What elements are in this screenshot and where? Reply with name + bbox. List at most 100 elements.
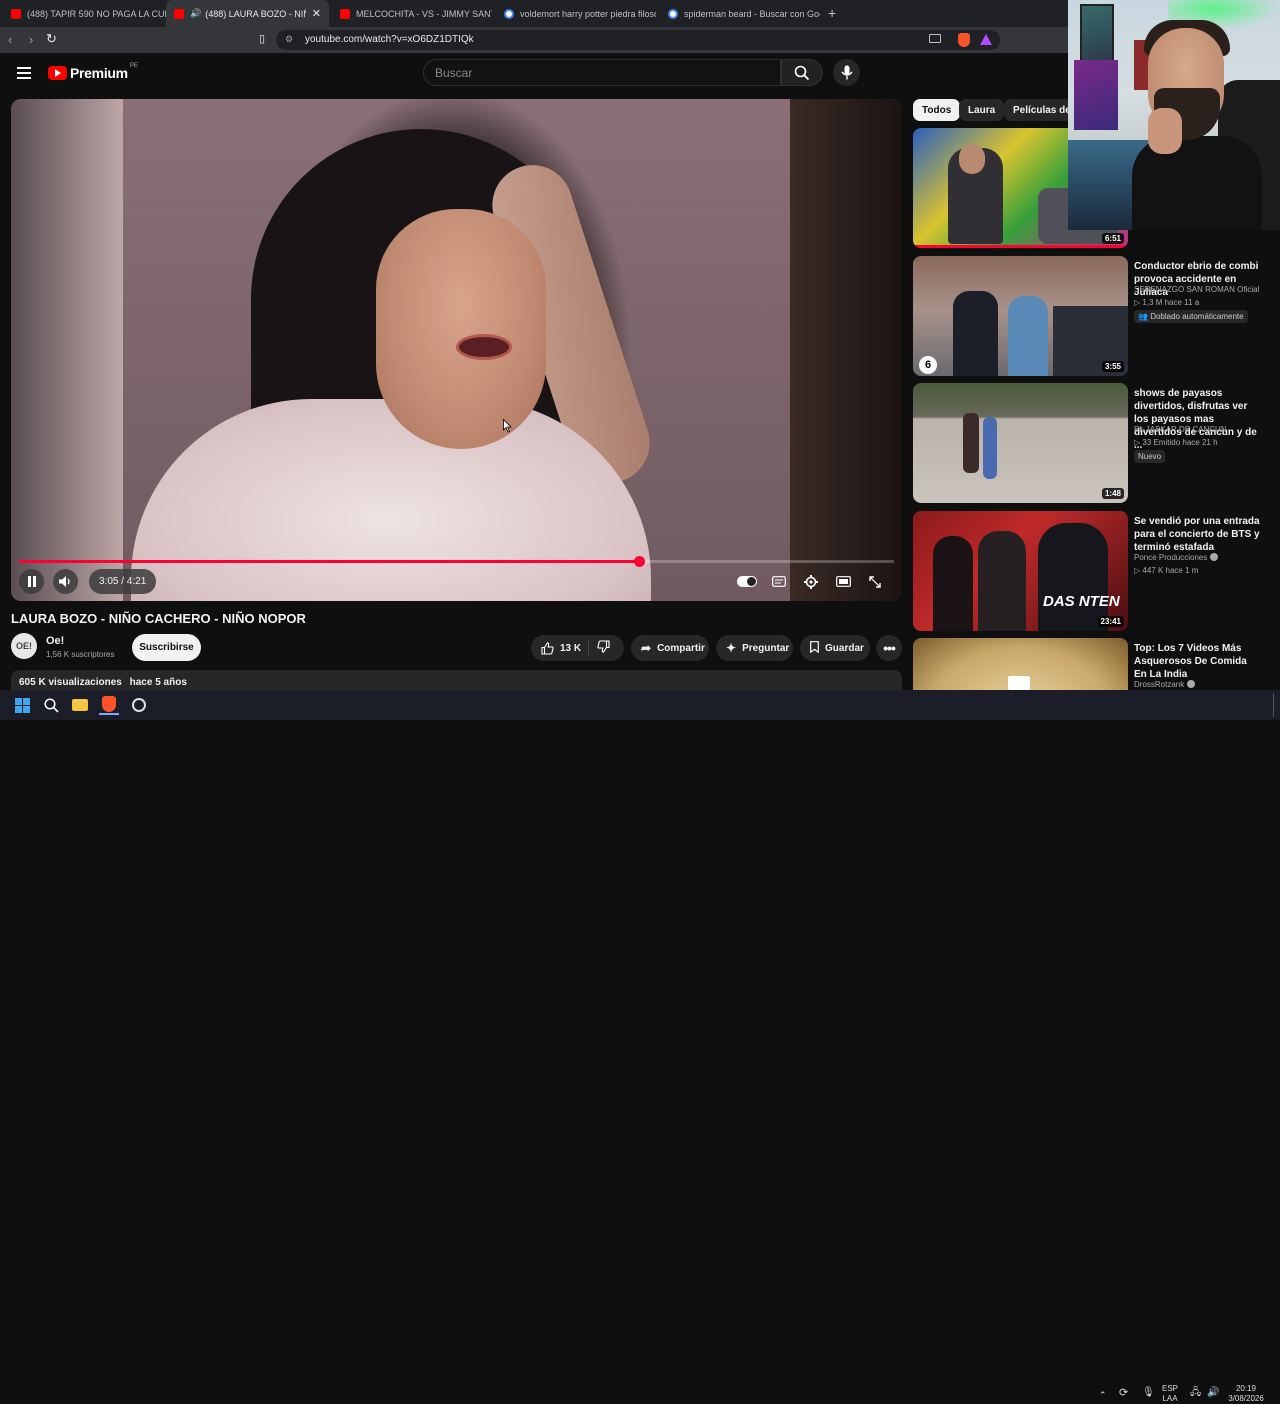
- country-code: PE: [129, 63, 138, 69]
- new-tab-button[interactable]: +: [828, 5, 836, 21]
- windows-logo-icon: [14, 697, 30, 713]
- address-bar[interactable]: ⚙ youtube.com/watch?v=xO6DZ1DTIQk: [276, 30, 1000, 50]
- youtube-play-icon: [48, 66, 67, 80]
- microphone-icon: [840, 65, 853, 80]
- hamburger-menu-icon[interactable]: [17, 67, 31, 79]
- subscribe-button[interactable]: Suscribirse: [132, 634, 201, 661]
- cast-icon[interactable]: [929, 34, 941, 43]
- chip-all[interactable]: Todos: [913, 99, 961, 121]
- video-player[interactable]: 3:05 / 4:21: [11, 99, 902, 601]
- video-thumbnail[interactable]: [913, 638, 1128, 690]
- video-thumbnail[interactable]: DAS NTEN 23:41: [913, 511, 1128, 631]
- forward-icon[interactable]: ›: [29, 32, 33, 47]
- show-desktop-button[interactable]: [1273, 693, 1274, 717]
- volume-button[interactable]: [53, 569, 78, 594]
- speaker-icon[interactable]: 🔊: [190, 8, 201, 19]
- browser-tab-5[interactable]: spiderman beard - Buscar con Google: [660, 0, 820, 27]
- channel-name[interactable]: Oe!: [46, 635, 64, 647]
- video-frame: [11, 99, 902, 601]
- share-button[interactable]: ➦ Compartir: [631, 635, 709, 661]
- webcam-overlay: [1068, 0, 1280, 230]
- recommendation-item[interactable]: 6 3:55 Conductor ebrio de combi provoca …: [913, 256, 1273, 378]
- pause-button[interactable]: [19, 569, 44, 594]
- video-duration: 6:51: [1101, 233, 1124, 244]
- ask-button[interactable]: ✦ Preguntar: [716, 635, 793, 661]
- network-icon[interactable]: 🖧: [1190, 1388, 1201, 1398]
- youtube-favicon-icon: [11, 8, 21, 19]
- search-box: [423, 59, 781, 86]
- browser-tab-4[interactable]: voldemort harry potter piedra filosofal: [496, 0, 656, 27]
- like-dislike-group: 13 K: [531, 635, 624, 661]
- channel-avatar[interactable]: OE!: [11, 633, 37, 659]
- subtitles-icon: [772, 576, 786, 587]
- autoplay-toggle[interactable]: [737, 576, 757, 587]
- theater-mode-button[interactable]: [831, 569, 855, 594]
- chip-laura[interactable]: Laura: [959, 99, 1005, 121]
- sync-icon[interactable]: ⟳: [1119, 1388, 1128, 1399]
- fullscreen-button[interactable]: [863, 569, 887, 594]
- brave-taskbar-button[interactable]: [99, 695, 119, 715]
- video-duration: 1:48: [1101, 488, 1124, 499]
- description-box[interactable]: 605 K visualizaciones hace 5 años: [11, 670, 902, 690]
- dubbed-badge: 👥 Doblado automáticamente: [1134, 310, 1248, 323]
- search-taskbar-button[interactable]: [41, 695, 61, 715]
- dislike-button[interactable]: [597, 640, 610, 656]
- start-button[interactable]: [12, 695, 32, 715]
- brave-shields-icon[interactable]: [958, 33, 970, 47]
- thumbs-up-icon: [541, 641, 554, 655]
- video-title[interactable]: Top: Los 7 Videos Más Asquerosos De Comi…: [1134, 642, 1262, 681]
- channel-name[interactable]: DrossRotzank: [1134, 680, 1196, 689]
- reload-icon[interactable]: ↻: [46, 31, 57, 47]
- chip-movies[interactable]: Películas de c: [1004, 99, 1072, 121]
- like-count[interactable]: 13 K: [560, 643, 581, 654]
- verified-icon: [1187, 680, 1196, 688]
- recommendation-item[interactable]: 1:48 shows de payasos divertidos, disfru…: [913, 383, 1273, 505]
- browser-tab-title: voldemort harry potter piedra filosofal: [520, 8, 656, 19]
- video-thumbnail[interactable]: 6 3:55: [913, 256, 1128, 376]
- back-icon[interactable]: ‹: [8, 32, 12, 47]
- close-tab-icon[interactable]: ✕: [306, 7, 321, 20]
- video-title: LAURA BOZO - NIÑO CACHERO - NIÑO NOPOR: [11, 611, 306, 626]
- youtube-favicon-icon: [174, 8, 184, 19]
- channel-name[interactable]: Ponce Producciones: [1134, 553, 1219, 562]
- search-icon: [794, 65, 810, 80]
- voice-search-button[interactable]: [833, 59, 860, 86]
- search-icon: [43, 697, 59, 713]
- video-title[interactable]: Se vendió por una entrada para el concie…: [1134, 515, 1262, 554]
- thumbnail-text: DAS NTEN: [1043, 593, 1120, 610]
- more-actions-button[interactable]: •••: [876, 635, 902, 661]
- youtube-premium-logo[interactable]: Premium PE: [48, 63, 138, 81]
- recommendation-item[interactable]: DAS NTEN 23:41 Se vendió por una entrada…: [913, 511, 1273, 633]
- microphone-tray-icon[interactable]: 🎙: [1142, 1388, 1155, 1398]
- clock-date: 3/08/2026: [1228, 1394, 1264, 1403]
- video-thumbnail[interactable]: 1:48: [913, 383, 1128, 503]
- language-indicator[interactable]: ESP LAA: [1162, 1384, 1178, 1404]
- brave-browser-icon: [102, 696, 116, 712]
- search-input[interactable]: [435, 66, 765, 80]
- browser-tab-2[interactable]: 🔊 (488) LAURA BOZO - NIÑO CACHERO ✕: [166, 0, 329, 27]
- progress-bar[interactable]: [19, 556, 894, 567]
- brave-rewards-icon[interactable]: [980, 34, 992, 45]
- save-button[interactable]: Guardar: [800, 635, 870, 661]
- channel-name[interactable]: SERENAZGO SAN ROMAN Oficial: [1134, 285, 1259, 294]
- site-info-icon[interactable]: ⚙: [285, 34, 293, 45]
- volume-tray-icon[interactable]: 🔊: [1207, 1388, 1219, 1398]
- app-taskbar-button[interactable]: [129, 695, 149, 715]
- browser-tab-1[interactable]: (488) TAPIR 590 NO PAGA LA CUENTA: [3, 0, 166, 27]
- recommendation-item[interactable]: Top: Los 7 Videos Más Asquerosos De Comi…: [913, 638, 1273, 690]
- subtitles-button[interactable]: [767, 569, 791, 594]
- settings-button[interactable]: [799, 569, 823, 594]
- scrubber-handle[interactable]: [634, 556, 645, 567]
- like-button[interactable]: [541, 641, 554, 655]
- file-explorer-button[interactable]: [70, 695, 90, 715]
- verified-icon: [1210, 553, 1219, 561]
- bookmark-icon[interactable]: ▯: [259, 32, 265, 45]
- volume-icon: [59, 576, 70, 587]
- search-button[interactable]: [781, 59, 823, 86]
- clock[interactable]: 20:19 3/08/2026: [1226, 1384, 1266, 1404]
- browser-tab-3[interactable]: MELCOCHITA - VS - JIMMY SANTI - YouTube: [332, 0, 492, 27]
- channel-name[interactable]: EL JASKAR DE CANCUN: [1134, 425, 1227, 434]
- show-hidden-icons[interactable]: ⌃: [1099, 1390, 1107, 1400]
- save-label: Guardar: [825, 642, 864, 654]
- taskbar: ⌃ ⟳ 🎙 ESP LAA 🖧 🔊 20:19 3/08/2026: [0, 690, 1280, 1403]
